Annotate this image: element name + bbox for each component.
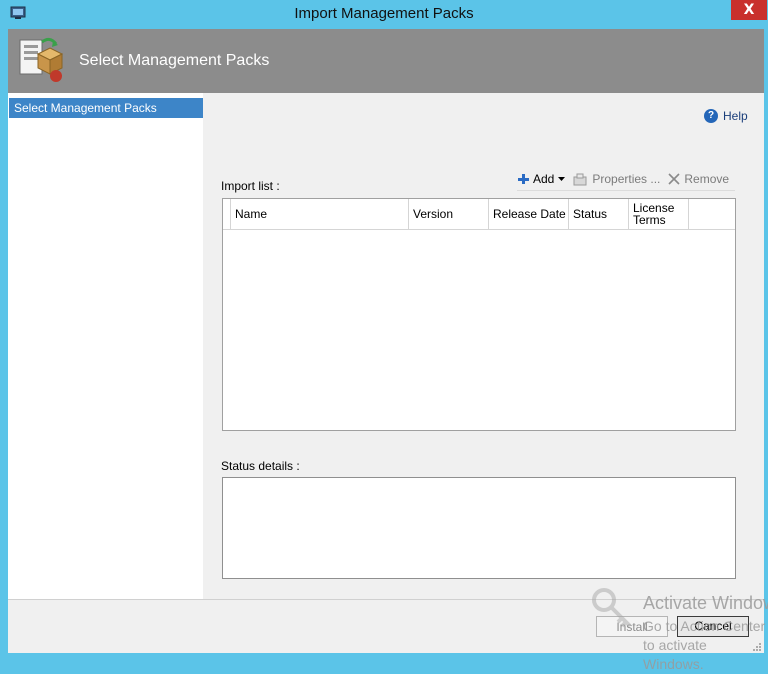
properties-button[interactable]: Properties ... xyxy=(573,172,660,186)
status-details-box[interactable] xyxy=(222,477,736,579)
import-list-label: Import list : xyxy=(221,179,280,193)
navigation-pane xyxy=(8,93,203,599)
add-icon xyxy=(518,174,529,184)
help-label: Help xyxy=(723,109,748,123)
import-list-table[interactable]: Name Version Release Date Status License… xyxy=(222,198,736,431)
window-title: Import Management Packs xyxy=(294,5,474,22)
toolbar-divider xyxy=(517,190,735,191)
column-header-license-terms[interactable]: License Terms xyxy=(629,199,689,229)
column-header-version[interactable]: Version xyxy=(409,199,489,229)
column-header-status[interactable]: Status xyxy=(569,199,629,229)
status-details-label: Status details : xyxy=(221,459,300,473)
remove-button[interactable]: Remove xyxy=(668,172,729,186)
import-toolbar: Add Properties ... Remove xyxy=(517,170,737,188)
add-label: Add xyxy=(533,172,555,186)
activation-watermark-title: Activate Windows xyxy=(643,593,768,613)
column-header-blank xyxy=(223,199,231,229)
column-header-release-date[interactable]: Release Date xyxy=(489,199,569,229)
remove-icon xyxy=(668,173,680,185)
properties-label: Properties ... xyxy=(592,172,661,186)
activation-watermark-subtitle: Go to Action Center to activate Windows. xyxy=(643,618,766,672)
help-icon: ? xyxy=(704,109,718,123)
resize-grip-icon[interactable] xyxy=(752,642,762,652)
page-title: Select Management Packs xyxy=(79,52,270,69)
close-button[interactable]: X xyxy=(731,0,767,20)
help-link[interactable]: ? Help xyxy=(704,108,748,124)
management-pack-wizard-icon xyxy=(19,37,64,82)
table-header: Name Version Release Date Status License… xyxy=(223,199,735,230)
properties-icon xyxy=(573,173,587,185)
add-button[interactable]: Add xyxy=(517,172,566,186)
key-icon xyxy=(592,588,632,628)
column-header-name[interactable]: Name xyxy=(231,199,409,229)
nav-item-select-management-packs[interactable]: Select Management Packs xyxy=(9,98,203,118)
dropdown-arrow-icon xyxy=(558,177,566,181)
remove-label: Remove xyxy=(684,172,730,186)
